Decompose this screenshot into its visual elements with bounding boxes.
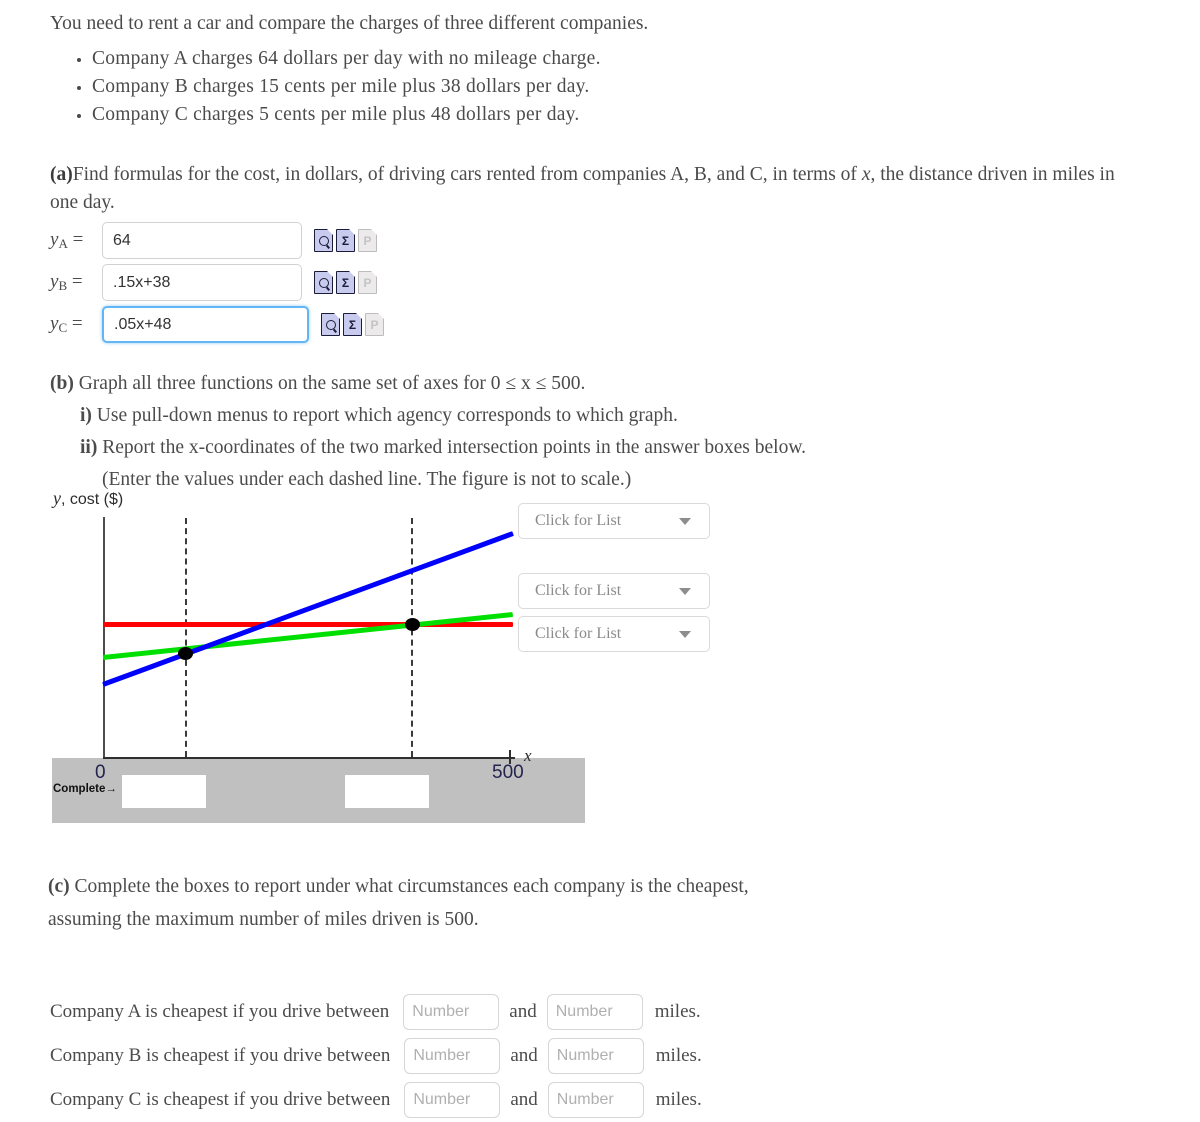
part-b-roman-ii: ii) — [80, 437, 98, 458]
graph-select-2-label: Click for List — [535, 582, 622, 599]
part-a-text-1: Find formulas for the cost, in dollars, … — [72, 164, 862, 185]
part-b-text-3: Report the x-coordinates of the two mark… — [102, 437, 807, 458]
answer-c-upper-input[interactable] — [547, 1082, 644, 1118]
preview-icon[interactable] — [314, 270, 334, 294]
part-b-line-4: (Enter the values under each dashed line… — [102, 469, 632, 490]
x-axis-line — [103, 757, 515, 759]
formula-input-b[interactable] — [102, 264, 302, 301]
chevron-down-icon — [679, 517, 691, 525]
y-axis-label: y, cost ($) — [53, 488, 124, 508]
part-a-prompt: (a)Find formulas for the cost, in dollar… — [50, 161, 1130, 217]
intro-lead: You need to rent a car and compare the c… — [50, 13, 649, 34]
part-b-prompt: (b) Graph all three functions on the sam… — [50, 368, 1130, 496]
equals-sign: = — [72, 229, 84, 250]
answer-a-lower-input[interactable] — [403, 994, 500, 1030]
formula-label-a: yA = — [50, 229, 102, 252]
and-label: and — [510, 1045, 538, 1066]
answer-c-lower-input[interactable] — [404, 1082, 501, 1118]
list-item: Company B charges 15 cents per mile plus… — [92, 73, 648, 101]
part-b-text-1: Graph all three functions on the same se… — [78, 373, 586, 394]
x-tick-label-500: 500 — [492, 762, 524, 783]
part-b-line-3: ii) Report the x-coordinates of the two … — [50, 432, 1130, 464]
complete-label: Complete→ — [53, 783, 117, 795]
graph-select-1-label: Click for List — [535, 512, 622, 529]
graph-select-3-label: Click for List — [535, 625, 622, 642]
answer-row-company-a: Company A is cheapest if you drive betwe… — [50, 990, 702, 1034]
dashed-line-intersection-2 — [411, 518, 413, 757]
graph-select-1[interactable]: Click for List — [518, 503, 710, 539]
formula-label-c: yC = — [50, 313, 102, 336]
formula-icons-a: Σ P — [314, 228, 378, 252]
x-axis-label: x — [524, 746, 532, 765]
and-label: and — [509, 1001, 537, 1022]
part-c-prompt: (c) Complete the boxes to report under w… — [48, 870, 1128, 936]
intro-block: You need to rent a car and compare the c… — [50, 11, 648, 129]
graph-select-3[interactable]: Click for List — [518, 616, 710, 652]
part-b-label: (b) — [50, 373, 74, 394]
formula-row-b: yB = Σ P — [50, 262, 384, 303]
part-c-line-1: (c) Complete the boxes to report under w… — [48, 870, 1128, 903]
graph-line-company-c — [102, 611, 514, 660]
plot-icon: P — [358, 270, 378, 294]
formula-label-subscript: A — [58, 236, 68, 251]
dashed-line-intersection-1 — [185, 518, 187, 757]
equals-sign: = — [71, 313, 83, 334]
preview-icon[interactable] — [321, 312, 341, 336]
cheapest-answer-rows: Company A is cheapest if you drive betwe… — [50, 990, 702, 1122]
answer-row-a-text: Company A is cheapest if you drive betwe… — [50, 1001, 390, 1022]
formula-label-subscript: B — [58, 278, 68, 293]
answer-a-upper-input[interactable] — [546, 994, 643, 1030]
part-c-label: (c) — [48, 876, 70, 897]
sigma-icon[interactable]: Σ — [336, 270, 356, 294]
x-tick-label-0: 0 — [95, 762, 106, 783]
list-item: Company A charges 64 dollars per day wit… — [92, 45, 648, 73]
formula-row-c: yC = Σ P — [50, 304, 385, 345]
formula-row-a: yA = Σ P — [50, 220, 384, 261]
chevron-down-icon — [679, 630, 691, 638]
intersection-answer-input-2[interactable] — [345, 775, 429, 808]
formula-icons-c: Σ P — [321, 312, 385, 336]
graph-line-company-b — [102, 530, 514, 687]
formula-icons-b: Σ P — [314, 270, 378, 294]
sigma-icon[interactable]: Σ — [343, 312, 363, 336]
answer-row-c-text: Company C is cheapest if you drive betwe… — [50, 1089, 391, 1110]
and-label: and — [510, 1089, 538, 1110]
part-b-line-2: i) Use pull-down menus to report which a… — [50, 400, 1130, 432]
sigma-icon[interactable]: Σ — [336, 228, 356, 252]
formula-input-a[interactable] — [102, 222, 302, 259]
formula-label-subscript: C — [58, 320, 68, 335]
answer-b-upper-input[interactable] — [547, 1038, 644, 1074]
miles-label: miles. — [654, 1001, 701, 1022]
miles-label: miles. — [655, 1045, 702, 1066]
answer-b-lower-input[interactable] — [404, 1038, 501, 1074]
graph-select-2[interactable]: Click for List — [518, 573, 710, 609]
part-a-label: (a) — [50, 164, 73, 185]
plot-icon: P — [358, 228, 378, 252]
answer-row-company-b: Company B is cheapest if you drive betwe… — [50, 1034, 702, 1078]
part-c-text-1: Complete the boxes to report under what … — [74, 876, 749, 897]
formula-label-b: yB = — [50, 271, 102, 294]
answer-row-b-text: Company B is cheapest if you drive betwe… — [50, 1045, 391, 1066]
part-b-roman-i: i) — [80, 405, 92, 426]
answer-row-company-c: Company C is cheapest if you drive betwe… — [50, 1078, 702, 1122]
part-c-line-2: assuming the maximum number of miles dri… — [48, 909, 479, 930]
miles-label: miles. — [655, 1089, 702, 1110]
intersection-point-2 — [404, 617, 420, 631]
formula-input-rows: yA = Σ P yB = Σ P yC = Σ P — [50, 220, 385, 346]
company-charges-list: Company A charges 64 dollars per day wit… — [50, 45, 648, 129]
chevron-down-icon — [679, 587, 691, 595]
plot-icon: P — [365, 312, 385, 336]
part-b-line-1: (b) Graph all three functions on the sam… — [50, 368, 1130, 400]
list-item: Company C charges 5 cents per mile plus … — [92, 101, 648, 129]
formula-input-c[interactable] — [102, 306, 309, 343]
equals-sign: = — [71, 271, 83, 292]
intersection-answer-input-1[interactable] — [122, 775, 206, 808]
part-b-text-2: Use pull-down menus to report which agen… — [96, 405, 678, 426]
y-axis-line — [103, 517, 105, 758]
intersection-point-1 — [177, 646, 193, 660]
preview-icon[interactable] — [314, 228, 334, 252]
